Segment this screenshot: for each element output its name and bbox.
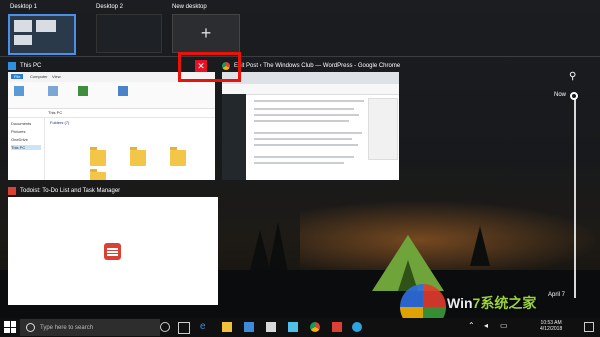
folders-header: Folders (7) [50,120,70,125]
timeline-scrollbar[interactable] [574,98,576,298]
file-explorer-icon[interactable] [222,322,232,332]
this-pc-window-title[interactable]: This PC [8,62,41,70]
explorer-address-bar: This PC [8,109,215,118]
chrome-window-title[interactable]: Edit Post ‹ The Windows Club — WordPress… [222,62,400,70]
action-center-icon[interactable] [584,322,594,332]
explorer-sidebar: Documents Pictures OneDrive This PC [8,118,45,180]
explorer-ribbon [8,82,215,109]
highlight-annotation [178,52,241,82]
chrome-title-text: Edit Post ‹ The Windows Club — WordPress… [234,63,401,69]
search-placeholder: Type here to search [40,324,94,331]
timeline-handle[interactable] [570,92,578,100]
desktop-1-thumbnail[interactable] [8,14,76,55]
desktop-1-label: Desktop 1 [10,4,38,10]
microphone-icon[interactable] [160,322,170,332]
wallpaper-tree [268,222,288,272]
wordpress-admin-sidebar [222,94,246,180]
clock[interactable]: 10:53 AM 4/12/2018 [540,320,562,332]
photos-icon[interactable] [288,322,298,332]
sidebar-item-this-pc: This PC [11,145,41,150]
folder-icon [170,147,186,166]
todoist-title-text: Todoist: To-Do List and Task Manager [20,188,121,194]
this-pc-window-thumbnail[interactable]: File Computer View This PC Documents Pic… [8,72,215,180]
todoist-icon [8,187,16,195]
clock-date: 4/12/2018 [540,326,563,332]
new-desktop-button[interactable]: + [172,14,240,53]
todoist-window-thumbnail[interactable] [8,197,218,305]
taskbar: Type here to search e ⌃ ◂ ▭ 10:53 AM 4/1… [0,318,600,337]
telegram-icon[interactable] [352,322,362,332]
this-pc-title-text: This PC [20,63,42,69]
chrome-address-bar [222,84,399,95]
sidebar-item-documents: Documents [11,121,32,126]
chrome-window-thumbnail[interactable] [222,72,399,180]
watermark-text: Win7系统之家 [447,295,537,311]
wallpaper-tree [470,226,490,266]
timeline-search-icon[interactable]: ⚲ [569,71,576,82]
wallpaper-glow [300,200,600,280]
plus-icon: + [200,23,212,43]
mail-icon[interactable] [266,322,276,332]
folder-icon [90,169,106,180]
chrome-tab-strip [222,72,399,84]
battery-icon[interactable]: ▭ [500,321,510,331]
desktop-2-thumbnail[interactable] [96,14,162,53]
todoist-window-title[interactable]: Todoist: To-Do List and Task Manager [8,187,120,195]
sidebar-item-onedrive: OneDrive [11,137,28,142]
address-text: This PC [48,110,63,115]
tab-view: View [52,74,61,79]
store-icon[interactable] [244,322,254,332]
start-button[interactable] [4,321,16,333]
edge-icon[interactable]: e [200,321,210,332]
cortana-icon [26,323,35,332]
chrome-taskbar-icon[interactable] [310,322,320,332]
wallpaper-tree [250,230,270,270]
desktops-divider [0,56,600,57]
sidebar-item-pictures: Pictures [11,129,26,134]
todoist-taskbar-icon[interactable] [332,322,342,332]
task-view-icon[interactable] [178,322,190,334]
todoist-logo [104,243,121,260]
new-desktop-label: New desktop [172,4,207,10]
folder-icon [130,147,146,166]
timeline-now-label: Now [554,92,567,98]
tab-computer: Computer [30,74,48,79]
timeline-date-label: April 7 [548,292,566,298]
network-icon[interactable]: ⌃ [468,321,478,331]
wordpress-publish-box [368,98,398,160]
desktop-2-label: Desktop 2 [96,4,124,10]
folder-icon [90,147,106,166]
volume-icon[interactable]: ◂ [484,321,494,331]
tab-file: File [11,74,24,79]
taskbar-search-box[interactable]: Type here to search [20,319,160,336]
computer-icon [8,62,16,70]
